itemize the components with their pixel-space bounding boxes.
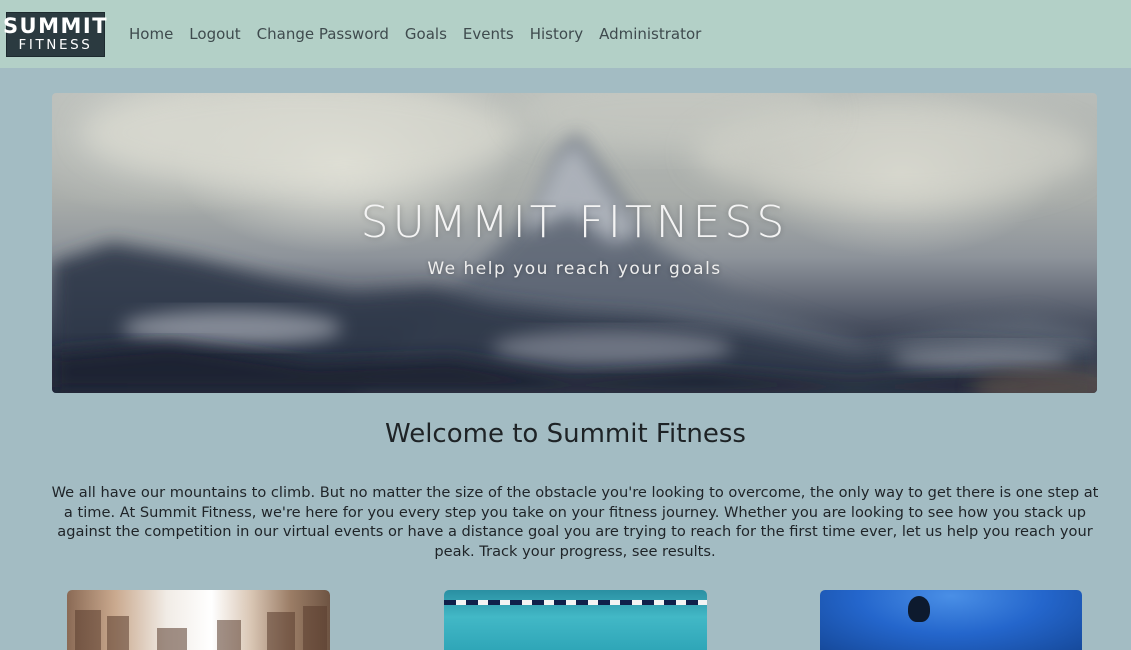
card-runner-image[interactable]	[820, 590, 1082, 650]
nav-link-home[interactable]: Home	[129, 25, 173, 43]
nav-link-change-password[interactable]: Change Password	[257, 25, 389, 43]
building-shape	[75, 610, 101, 650]
nav-link-goals[interactable]: Goals	[405, 25, 447, 43]
logo-line1: SUMMIT	[2, 13, 109, 38]
logo-line2: FITNESS	[18, 36, 93, 53]
card-pool-image[interactable]	[444, 590, 707, 650]
logo[interactable]: SUMMIT FITNESS	[2, 11, 109, 57]
card-city-image[interactable]	[67, 590, 330, 650]
building-shape	[303, 606, 327, 650]
building-shape	[267, 612, 295, 650]
nav-link-events[interactable]: Events	[463, 25, 514, 43]
building-shape	[157, 628, 187, 650]
navbar: SUMMIT FITNESS Home Logout Change Passwo…	[0, 0, 1131, 68]
lane-rope	[444, 600, 707, 605]
nav-link-administrator[interactable]: Administrator	[599, 25, 701, 43]
building-shape	[217, 620, 241, 650]
hero-banner: SUMMIT FITNESS We help you reach your go…	[52, 93, 1097, 393]
hero-title: SUMMIT FITNESS	[360, 197, 789, 248]
hero-subtitle: We help you reach your goals	[427, 259, 722, 279]
welcome-text: We all have our mountains to climb. But …	[51, 484, 1099, 560]
nav-links: Home Logout Change Password Goals Events…	[121, 25, 709, 43]
runner-silhouette	[908, 596, 930, 622]
building-shape	[107, 616, 129, 650]
nav-link-history[interactable]: History	[530, 25, 583, 43]
welcome-title: Welcome to Summit Fitness	[385, 419, 746, 449]
nav-link-logout[interactable]: Logout	[189, 25, 240, 43]
